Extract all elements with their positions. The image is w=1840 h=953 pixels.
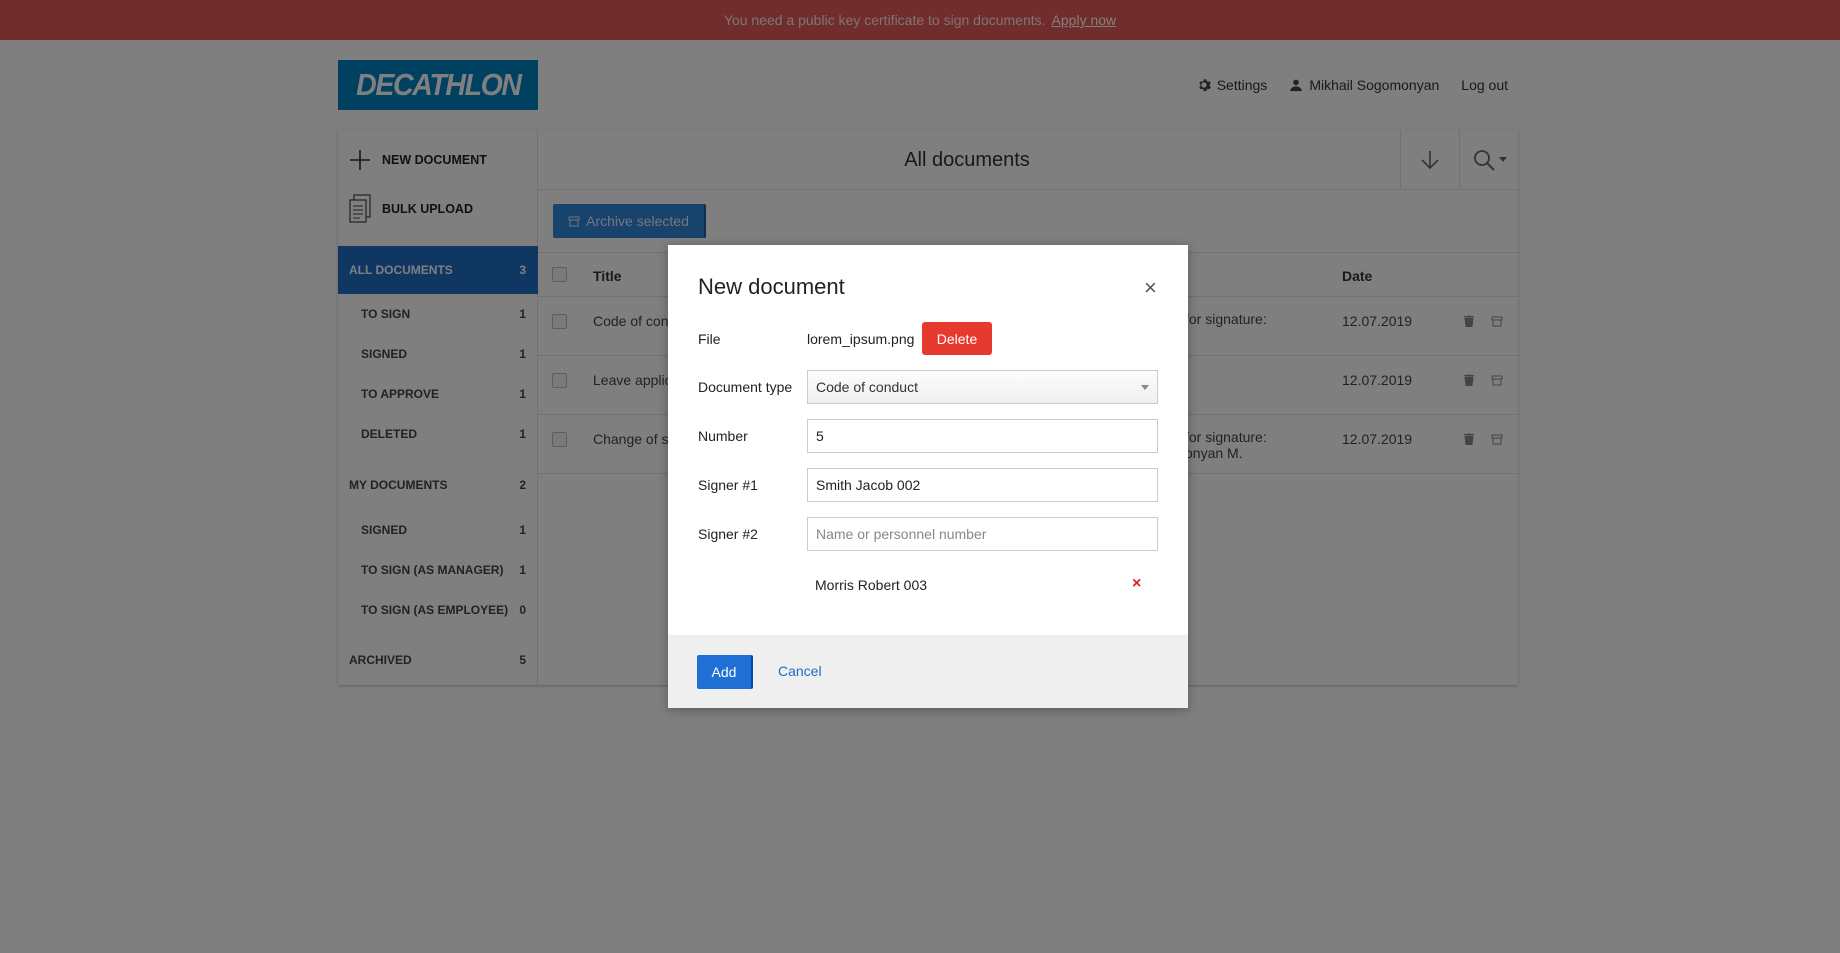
signer-2-label: Signer #2 (698, 526, 758, 542)
close-icon[interactable]: × (1144, 277, 1157, 299)
document-type-select[interactable]: Code of conduct (807, 370, 1158, 404)
signer-1-label: Signer #1 (698, 477, 758, 493)
document-type-label: Document type (698, 379, 793, 395)
added-signer: Morris Robert 003 (815, 577, 928, 593)
caret-down-icon (1141, 384, 1149, 390)
remove-signer-icon[interactable]: × (1132, 575, 1141, 593)
file-label: File (698, 331, 721, 347)
number-input[interactable]: 5 (807, 419, 1158, 453)
modal-footer: Add Cancel (668, 635, 1188, 708)
modal-title: New document (698, 274, 845, 299)
delete-file-button[interactable]: Delete (922, 322, 992, 355)
number-label: Number (698, 428, 748, 444)
add-button[interactable]: Add (697, 655, 753, 689)
signer-1-input[interactable]: Smith Jacob 002 (807, 468, 1158, 502)
file-name: lorem_ipsum.png (807, 331, 915, 347)
signer-2-input[interactable]: Name or personnel number (807, 517, 1158, 551)
document-type-value: Code of conduct (816, 379, 918, 395)
cancel-button[interactable]: Cancel (778, 663, 822, 679)
new-document-modal: New document × File lorem_ipsum.png Dele… (668, 245, 1188, 708)
